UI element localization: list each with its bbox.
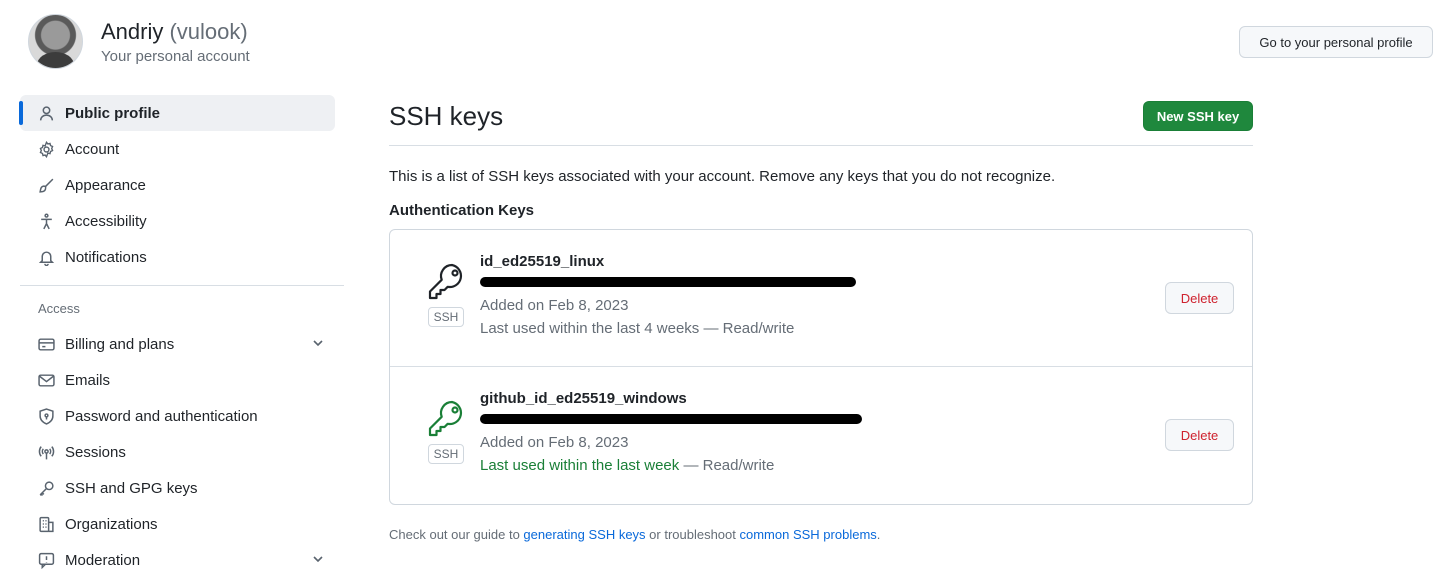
organization-icon [37,515,55,533]
sidebar-item-account[interactable]: Account [20,131,335,167]
broadcast-icon [37,443,55,461]
sidebar-item-appearance[interactable]: Appearance [20,167,335,203]
delete-key-button[interactable]: Delete [1165,282,1234,314]
chevron-down-icon[interactable] [311,336,325,350]
key-added-date: Added on Feb 8, 2023 [480,297,629,314]
key-last-used: Last used within the last week — Read/wr… [480,454,862,478]
page-header: SSH keys New SSH key [389,96,1253,146]
key-last-used: Last used within the last 4 weeks — Read… [480,317,856,341]
user-handle: (vulook) [169,18,248,44]
sidebar-item-label: Public profile [65,104,161,122]
account-header: Andriy (vulook) Your personal account [28,14,250,69]
key-added-date: Added on Feb 8, 2023 [480,434,629,451]
sidebar-item-label: Sessions [65,443,126,461]
chevron-down-icon[interactable] [311,552,325,566]
sidebar-item-label: Account [65,140,120,158]
account-type: Your personal account [101,47,250,65]
accessibility-icon [37,212,55,230]
help-prefix: Check out our guide to [389,527,524,542]
settings-sidebar: Public profile Account Appearance Access… [19,95,344,578]
delete-key-button[interactable]: Delete [1165,419,1234,451]
key-icon-wrap: SSH [424,399,468,464]
common-ssh-problems-link[interactable]: common SSH problems [740,527,877,542]
help-middle: or troubleshoot [645,527,740,542]
sidebar-item-label: Billing and plans [65,335,175,353]
bell-icon [37,248,55,266]
person-icon [37,104,55,122]
shield-lock-icon [37,407,55,425]
credit-card-icon [37,335,55,353]
section-heading: Authentication Keys [389,202,535,219]
sidebar-item-public-profile[interactable]: Public profile [19,95,335,131]
sidebar-item-label: Emails [65,371,111,389]
avatar[interactable] [28,14,83,69]
sidebar-item-label: Moderation [65,551,141,569]
key-access: — Read/write [699,320,795,337]
sidebar-item-label: Notifications [65,248,147,266]
ssh-key-row: SSH id_ed25519_linux Added on Feb 8, 202… [390,230,1252,367]
page-title: SSH keys [389,101,504,131]
key-details: github_id_ed25519_windows Added on Feb 8… [480,389,862,478]
report-icon [37,551,55,569]
sidebar-item-accessibility[interactable]: Accessibility [20,203,335,239]
mail-icon [37,371,55,389]
account-info: Andriy (vulook) Your personal account [101,17,250,67]
paintbrush-icon [37,176,55,194]
user-display-name: Andriy [101,18,164,44]
key-title: github_id_ed25519_windows [480,390,687,407]
sidebar-item-label: Password and authentication [65,407,258,425]
gear-icon [37,140,55,158]
help-note: Check out our guide to generating SSH ke… [389,527,1253,542]
key-icon-wrap: SSH [424,262,468,327]
generating-ssh-keys-link[interactable]: generating SSH keys [523,527,645,542]
sidebar-item-label: Appearance [65,176,146,194]
sidebar-item-notifications[interactable]: Notifications [20,239,335,275]
intro-text: This is a list of SSH keys associated wi… [389,168,1056,185]
key-details: id_ed25519_linux Added on Feb 8, 2023 La… [480,252,856,341]
help-suffix: . [876,527,881,542]
key-icon [428,263,463,300]
key-last-used-text: Last used within the last week [480,457,680,474]
sidebar-item-billing[interactable]: Billing and plans [20,326,335,362]
new-ssh-key-button[interactable]: New SSH key [1143,101,1253,131]
key-access: — Read/write [679,457,775,474]
go-to-profile-button[interactable]: Go to your personal profile [1239,26,1433,58]
key-icon [428,400,463,437]
sidebar-item-password[interactable]: Password and authentication [20,398,335,434]
key-icon [37,479,55,497]
ssh-key-list: SSH id_ed25519_linux Added on Feb 8, 202… [389,229,1253,505]
sidebar-item-sessions[interactable]: Sessions [20,434,335,470]
sidebar-item-label: Accessibility [65,212,147,230]
sidebar-item-ssh-gpg-keys[interactable]: SSH and GPG keys [20,470,335,506]
ssh-badge: SSH [427,307,465,327]
redacted-fingerprint [480,414,862,424]
sidebar-item-emails[interactable]: Emails [20,362,335,398]
sidebar-section-access: Access [38,301,80,316]
sidebar-item-label: SSH and GPG keys [65,479,198,497]
user-name: Andriy (vulook) [101,17,250,47]
redacted-fingerprint [480,277,856,287]
sidebar-item-moderation[interactable]: Moderation [20,542,335,578]
sidebar-divider [20,285,344,286]
sidebar-item-label: Organizations [65,515,158,533]
ssh-badge: SSH [427,444,465,464]
ssh-keys-panel: SSH keys New SSH key This is a list of S… [389,96,1253,542]
ssh-key-row: SSH github_id_ed25519_windows Added on F… [390,367,1252,504]
key-title: id_ed25519_linux [480,253,605,270]
sidebar-item-organizations[interactable]: Organizations [20,506,335,542]
key-last-used-text: Last used within the last 4 weeks [480,320,700,337]
